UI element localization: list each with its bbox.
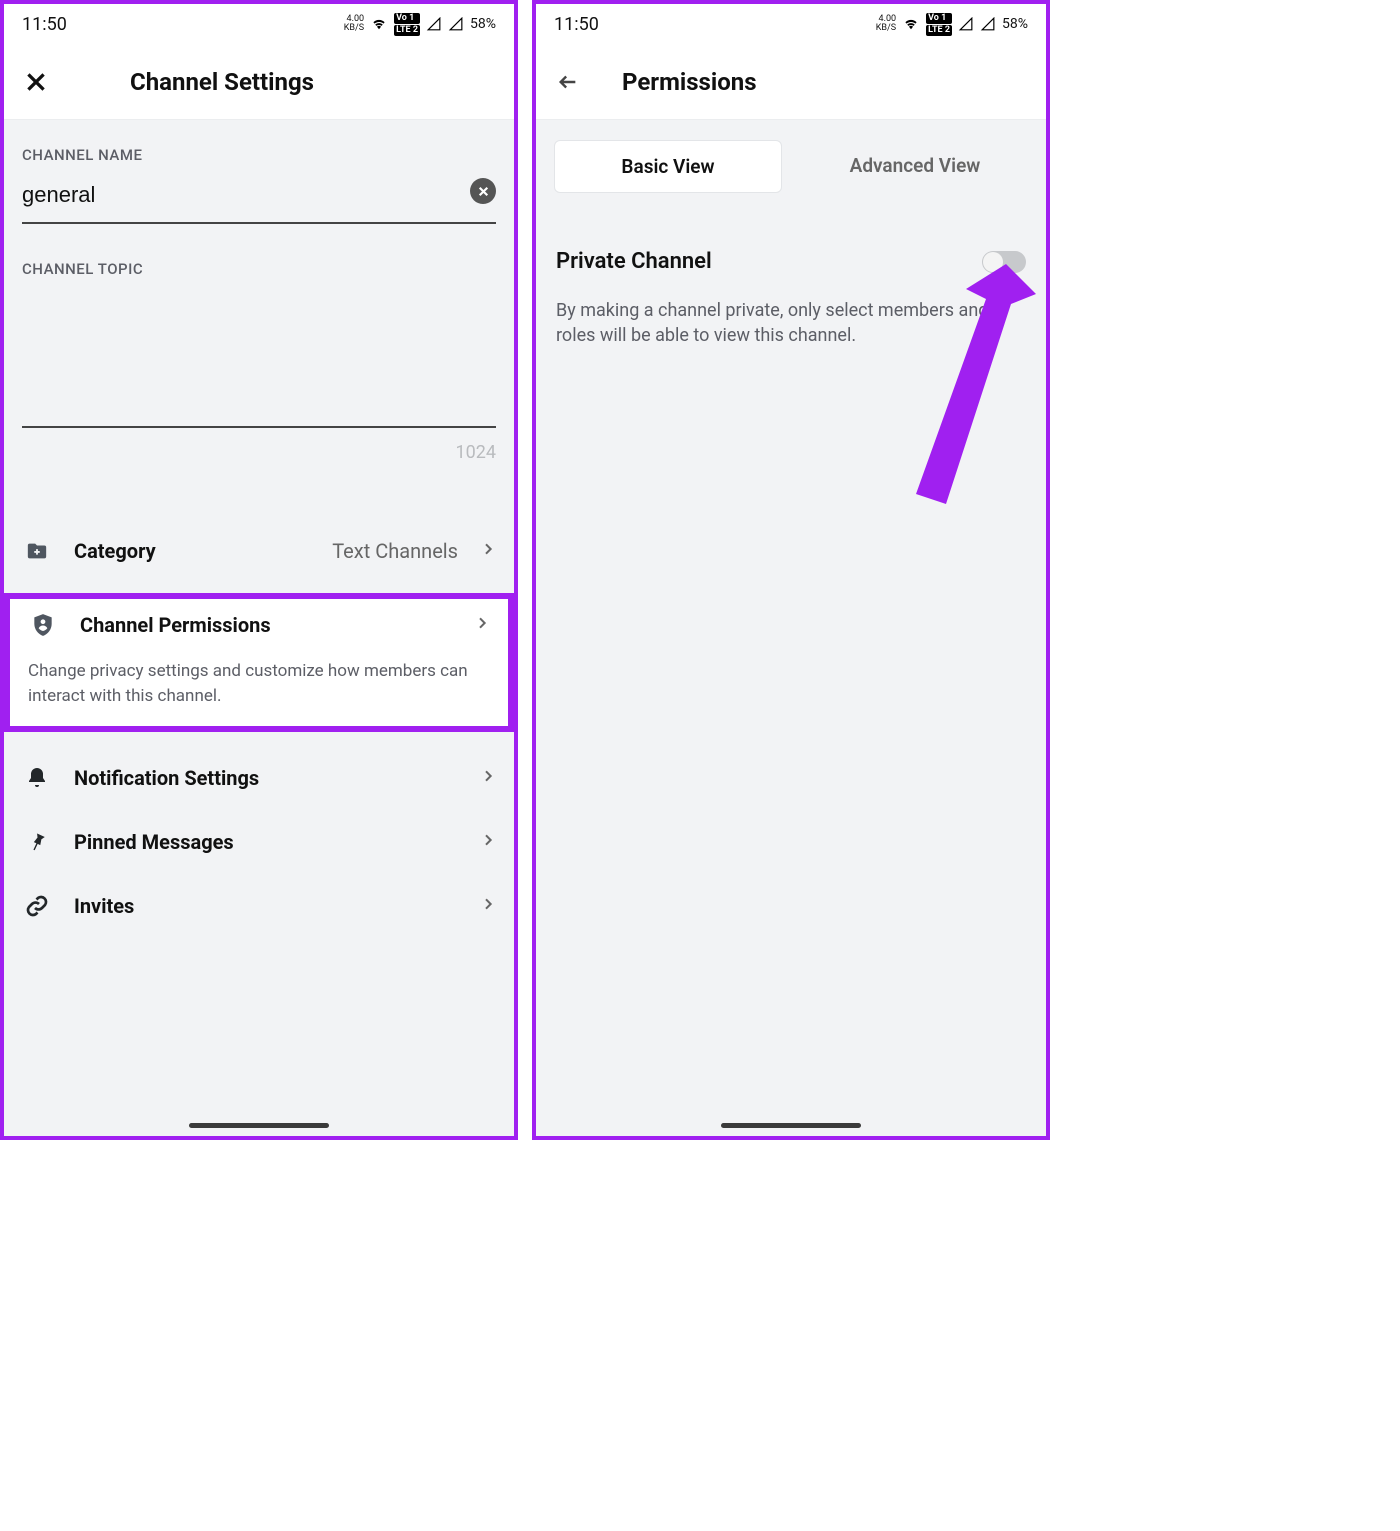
pin-icon	[22, 830, 52, 854]
battery-percent: 58%	[1002, 16, 1028, 32]
channel-name-label: CHANNEL NAME	[4, 120, 514, 174]
shield-person-icon	[28, 611, 58, 639]
phone-permissions: 11:50 4.00KB/S Vo 1LTE 2 58% Permissions…	[532, 0, 1050, 1140]
phone-channel-settings: 11:50 4.00KB/S Vo 1LTE 2 58% Channel Set…	[0, 0, 518, 1140]
status-bar: 11:50 4.00KB/S Vo 1LTE 2 58%	[4, 4, 514, 44]
category-row[interactable]: Category Text Channels	[4, 519, 514, 583]
status-bar: 11:50 4.00KB/S Vo 1LTE 2 58%	[536, 4, 1046, 44]
close-button[interactable]	[22, 68, 50, 96]
bell-icon	[22, 766, 52, 790]
link-icon	[22, 894, 52, 918]
header: Permissions	[536, 44, 1046, 120]
chevron-right-icon	[480, 832, 496, 852]
invites-label: Invites	[74, 894, 458, 918]
battery-percent: 58%	[470, 16, 496, 32]
advanced-view-tab[interactable]: Advanced View	[802, 140, 1028, 193]
signal-icon-2	[980, 17, 996, 31]
close-icon	[477, 185, 490, 198]
status-time: 11:50	[554, 14, 599, 35]
signal-icon-1	[426, 17, 442, 31]
clear-input-button[interactable]	[470, 178, 496, 204]
back-button[interactable]	[554, 68, 582, 96]
pinned-messages-row[interactable]: Pinned Messages	[4, 810, 514, 874]
private-channel-toggle[interactable]	[982, 251, 1026, 273]
chevron-right-icon	[480, 768, 496, 788]
char-count: 1024	[4, 438, 514, 479]
channel-name-input[interactable]	[22, 174, 496, 224]
header: Channel Settings	[4, 44, 514, 120]
chevron-right-icon	[474, 615, 490, 635]
private-channel-row: Private Channel	[536, 193, 1046, 282]
signal-icon-2	[448, 17, 464, 31]
wifi-icon	[370, 17, 388, 31]
private-channel-description: By making a channel private, only select…	[536, 282, 1046, 348]
notifications-label: Notification Settings	[74, 766, 458, 790]
permissions-description: Change privacy settings and customize ho…	[10, 659, 508, 726]
category-label: Category	[74, 539, 310, 563]
permissions-label: Channel Permissions	[80, 613, 452, 637]
folder-plus-icon	[22, 540, 52, 562]
channel-permissions-row[interactable]: Channel Permissions	[10, 607, 508, 659]
view-mode-segmented: Basic View Advanced View	[554, 140, 1028, 193]
page-title: Permissions	[622, 68, 757, 96]
private-channel-label: Private Channel	[556, 249, 712, 274]
chevron-right-icon	[480, 896, 496, 916]
category-value: Text Channels	[332, 539, 458, 563]
notification-settings-row[interactable]: Notification Settings	[4, 746, 514, 810]
signal-icon-1	[958, 17, 974, 31]
wifi-icon	[902, 17, 920, 31]
nav-pill	[189, 1123, 329, 1128]
chevron-right-icon	[480, 541, 496, 561]
status-indicators: 4.00KB/S Vo 1LTE 2 58%	[344, 13, 496, 36]
channel-topic-label: CHANNEL TOPIC	[4, 234, 514, 288]
basic-view-tab[interactable]: Basic View	[554, 140, 782, 193]
channel-permissions-highlight: Channel Permissions Change privacy setti…	[4, 593, 514, 732]
nav-pill	[721, 1123, 861, 1128]
page-title: Channel Settings	[130, 68, 314, 96]
status-indicators: 4.00KB/S Vo 1LTE 2 58%	[876, 13, 1028, 36]
pinned-label: Pinned Messages	[74, 830, 458, 854]
channel-topic-input[interactable]	[22, 288, 496, 428]
invites-row[interactable]: Invites	[4, 874, 514, 938]
status-time: 11:50	[22, 14, 67, 35]
